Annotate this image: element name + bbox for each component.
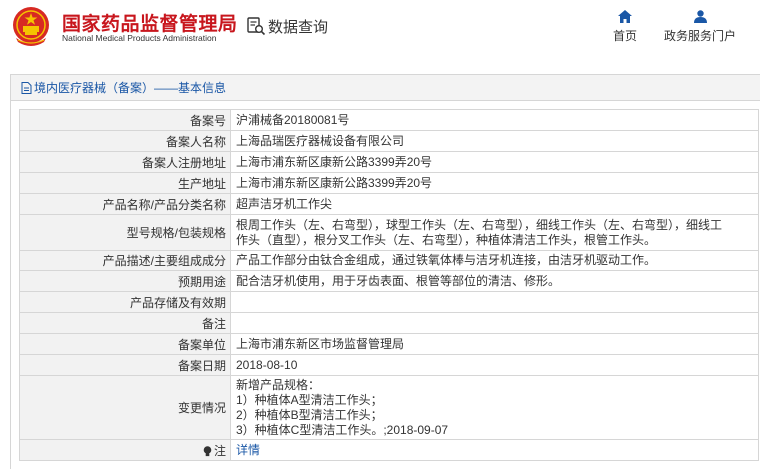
field-value: 上海市浦东新区康新公路3399弄20号 (230, 172, 759, 194)
document-icon (21, 82, 32, 94)
field-value: 沪浦械备20180081号 (230, 109, 759, 131)
home-icon (618, 10, 632, 23)
field-label: 预期用途 (19, 270, 231, 292)
site-header: 国家药品监督管理局 National Medical Products Admi… (0, 0, 760, 58)
field-label: 产品名称/产品分类名称 (19, 193, 231, 215)
table-row: 备注 (19, 312, 759, 334)
table-row: 备案人注册地址 上海市浦东新区康新公路3399弄20号 (19, 151, 759, 173)
note-label: 注 (213, 443, 226, 458)
nav-service-portal[interactable]: 政务服务门户 (660, 10, 740, 44)
user-icon (693, 10, 707, 23)
panel-header: 境内医疗器械（备案）——基本信息 (11, 75, 760, 101)
table-row: 生产地址 上海市浦东新区康新公路3399弄20号 (19, 172, 759, 194)
table-row: 变更情况 新增产品规格： 1）种植体A型清洁工作头； 2）种植体B型清洁工作头；… (19, 375, 759, 440)
table-row: 型号规格/包装规格 根周工作头（左、右弯型），球型工作头（左、右弯型），细线工作… (19, 214, 759, 251)
field-value-line: 根周工作头（左、右弯型），球型工作头（左、右弯型），细线工作头（左、右弯型），细… (236, 217, 723, 232)
field-label: 备案日期 (19, 354, 231, 376)
national-emblem-icon (13, 7, 49, 46)
field-value: 详情 (230, 439, 759, 461)
nav-home-label: 首页 (612, 29, 637, 43)
field-label: 备案人名称 (19, 130, 231, 152)
page-title: 数据查询 (268, 19, 329, 36)
table-row: 产品描述/主要组成成分 产品工作部分由钛合金组成，通过铁氧体棒与洁牙机连接，由洁… (19, 250, 759, 271)
field-label: 生产地址 (19, 172, 231, 194)
search-document-icon (247, 17, 266, 36)
field-value: 新增产品规格： 1）种植体A型清洁工作头； 2）种植体B型清洁工作头； 3）种植… (230, 375, 759, 440)
field-label: 注 (19, 439, 231, 461)
field-value (230, 291, 759, 313)
nav-home[interactable]: 首页 (608, 10, 642, 44)
field-label: 备案号 (19, 109, 231, 131)
field-value-line: 2）种植体B型清洁工作头； (236, 407, 383, 422)
field-value: 上海市浦东新区康新公路3399弄20号 (230, 151, 759, 173)
field-label: 备案人注册地址 (19, 151, 231, 173)
field-label: 变更情况 (19, 375, 231, 440)
field-value: 根周工作头（左、右弯型），球型工作头（左、右弯型），细线工作头（左、右弯型），细… (230, 214, 759, 251)
detail-panel: 境内医疗器械（备案）——基本信息 备案号 沪浦械备20180081号 备案人名称… (10, 74, 760, 469)
table-row: 预期用途 配合洁牙机使用，用于牙齿表面、根管等部位的清洁、修形。 (19, 270, 759, 292)
field-value-line: 3）种植体C型清洁工作头。;2018-09-07 (236, 422, 449, 437)
table-row: 备案号 沪浦械备20180081号 (19, 109, 759, 131)
field-label: 备案单位 (19, 333, 231, 355)
agency-name-en: National Medical Products Administration (62, 33, 217, 43)
field-value: 配合洁牙机使用，用于牙齿表面、根管等部位的清洁、修形。 (230, 270, 759, 292)
field-value: 上海市浦东新区市场监督管理局 (230, 333, 759, 355)
table-row: 产品存储及有效期 (19, 291, 759, 313)
field-value: 超声洁牙机工作尖 (230, 193, 759, 215)
table-row: 备案人名称 上海品瑞医疗器械设备有限公司 (19, 130, 759, 152)
record-table: 备案号 沪浦械备20180081号 备案人名称 上海品瑞医疗器械设备有限公司 备… (19, 109, 759, 461)
table-row: 备案日期 2018-08-10 (19, 354, 759, 376)
field-label: 产品存储及有效期 (19, 291, 231, 313)
field-label: 产品描述/主要组成成分 (19, 250, 231, 271)
table-row: 注 详情 (19, 439, 759, 461)
nav-service-portal-label: 政务服务门户 (663, 29, 736, 43)
field-label: 备注 (19, 312, 231, 334)
lightbulb-icon (203, 445, 212, 456)
panel-title: 境内医疗器械（备案）——基本信息 (34, 81, 227, 95)
field-value-line: 1）种植体A型清洁工作头； (236, 392, 383, 407)
table-row: 产品名称/产品分类名称 超声洁牙机工作尖 (19, 193, 759, 215)
field-value (230, 312, 759, 334)
field-value-line: 新增产品规格： (236, 377, 321, 392)
field-value: 2018-08-10 (230, 354, 759, 376)
agency-name-cn[interactable]: 国家药品监督管理局 (62, 9, 238, 36)
field-value: 产品工作部分由钛合金组成，通过铁氧体棒与洁牙机连接，由洁牙机驱动工作。 (230, 250, 759, 271)
field-label: 型号规格/包装规格 (19, 214, 231, 251)
table-row: 备案单位 上海市浦东新区市场监督管理局 (19, 333, 759, 355)
details-link[interactable]: 详情 (236, 443, 260, 457)
field-value-line: 作头（直型），根分叉工作头（左、右弯型），种植体清洁工作头，根管工作头。 (236, 232, 657, 247)
field-value: 上海品瑞医疗器械设备有限公司 (230, 130, 759, 152)
